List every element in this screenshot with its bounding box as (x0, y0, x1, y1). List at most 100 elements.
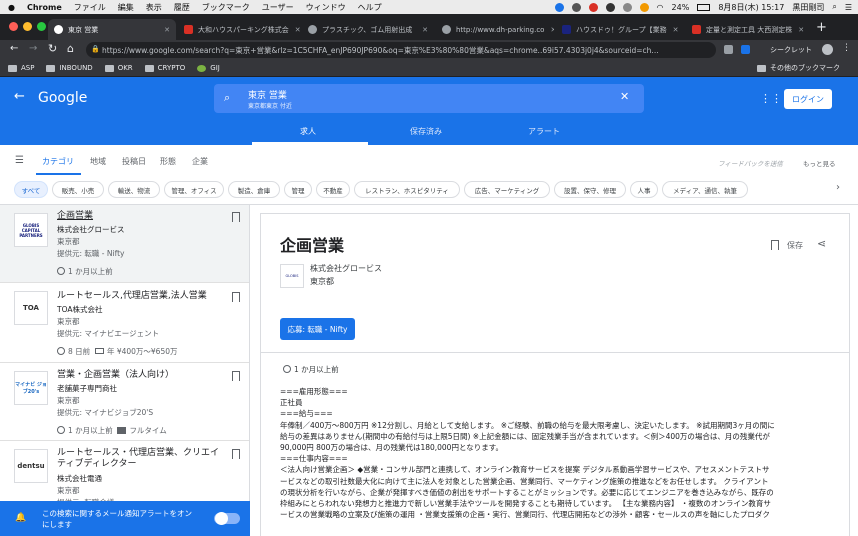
search-icon[interactable]: ⌕ (224, 91, 230, 105)
chips-next-icon[interactable]: › (836, 182, 840, 193)
chip-maintenance[interactable]: 設置、保守、修理 (554, 181, 626, 198)
chip-marketing[interactable]: 広告、マーケティング (464, 181, 550, 198)
browser-tab[interactable]: ハウスドゥ！グループ【業務 ✕ (556, 19, 684, 40)
back-icon[interactable]: ← (10, 43, 18, 54)
forward-icon[interactable]: → (29, 43, 37, 54)
reload-icon[interactable]: ↻ (48, 42, 57, 55)
menu-file[interactable]: ファイル (74, 2, 106, 13)
chip-manufacturing[interactable]: 製造、倉庫 (228, 181, 280, 198)
incognito-label[interactable]: シークレット (770, 45, 812, 55)
chip-logistics[interactable]: 輸送、物流 (108, 181, 160, 198)
back-arrow-icon[interactable]: ← (14, 89, 25, 104)
more-link[interactable]: もっと見る (803, 158, 836, 168)
tray-app-icon[interactable] (639, 2, 649, 12)
bookmark-folder-asp[interactable]: ASP (8, 64, 34, 72)
spotlight-search-icon[interactable]: ⌕ (832, 2, 836, 12)
bookmark-icon[interactable] (232, 449, 240, 459)
filter-tab-date[interactable]: 投稿日 (122, 156, 146, 167)
tray-app-icon[interactable] (588, 2, 598, 12)
window-close-icon[interactable] (9, 22, 18, 31)
search-box[interactable]: ⌕ 東京 営業 東京都東京 付近 ✕ (214, 84, 644, 113)
feedback-link[interactable]: フィードバックを送信 (718, 158, 783, 168)
filter-settings-icon[interactable]: ☰ (15, 155, 24, 166)
browser-tab-active[interactable]: 東京 営業 ✕ (48, 19, 176, 40)
filter-tab-location[interactable]: 地域 (90, 156, 106, 167)
menu-bookmarks[interactable]: ブックマーク (202, 2, 250, 13)
menu-edit[interactable]: 編集 (118, 2, 134, 13)
filter-tab-category[interactable]: カテゴリ (42, 156, 74, 167)
filter-tab-employer[interactable]: 企業 (192, 156, 208, 167)
chip-hospitality[interactable]: レストラン、ホスピタリティ (354, 181, 460, 198)
extension-icon[interactable] (724, 45, 733, 54)
menu-help[interactable]: ヘルプ (358, 2, 382, 13)
browser-tab[interactable]: 大和ハウスパーキング株式会 ✕ (178, 19, 300, 40)
chip-all[interactable]: すべて (14, 181, 48, 198)
job-title[interactable]: 企画営業 (57, 211, 222, 222)
tab-close-icon[interactable]: ✕ (544, 26, 554, 34)
bookmark-folder-crypto[interactable]: CRYPTO (144, 64, 185, 72)
bookmark-folder-inbound[interactable]: INBOUND (46, 64, 93, 72)
apple-icon[interactable]: ● (8, 3, 15, 12)
other-bookmarks[interactable]: その他のブックマーク (757, 63, 840, 73)
save-button[interactable]: 保存 (787, 240, 803, 251)
tab-close-icon[interactable]: ✕ (158, 26, 170, 34)
home-icon[interactable]: ⌂ (67, 42, 74, 55)
chip-office[interactable]: 管理、オフィス (164, 181, 224, 198)
apply-button[interactable]: 応募: 転職 - Nifty (280, 318, 355, 340)
job-title[interactable]: 営業・企画営業（法人向け） (57, 370, 222, 381)
menu-user[interactable]: ユーザー (262, 2, 294, 13)
window-zoom-icon[interactable] (37, 22, 46, 31)
browser-tab[interactable]: http://www.dh-parking.co ✕ (436, 19, 554, 40)
job-title[interactable]: ルートセールス,代理店営業,法人営業 (57, 291, 222, 302)
chip-retail[interactable]: 販売、小売 (52, 181, 104, 198)
job-card-selected[interactable]: GLOBIS CAPITAL PARTNERS 企画営業 株式会社グロービス 東… (0, 205, 249, 283)
notification-center-icon[interactable]: ☰ (845, 3, 852, 12)
job-card[interactable]: TOA ルートセールス,代理店営業,法人営業 TOA株式会社 東京都 提供元: … (0, 283, 249, 363)
user-name[interactable]: 黒田剛司 (792, 2, 824, 13)
tab-close-icon[interactable]: ✕ (416, 26, 428, 34)
chip-management[interactable]: 管理 (284, 181, 312, 198)
address-bar[interactable]: 🔒 https://www.google.com/search?q=東京+営業&… (86, 42, 716, 58)
tab-jobs[interactable]: 求人 (300, 126, 316, 137)
menu-view[interactable]: 表示 (146, 2, 162, 13)
chip-real-estate[interactable]: 不動産 (316, 181, 350, 198)
tab-saved[interactable]: 保存済み (410, 126, 442, 137)
wifi-icon[interactable]: ◠ (657, 3, 664, 12)
chip-media[interactable]: メディア、通信、執筆 (662, 181, 748, 198)
bookmark-icon[interactable] (232, 292, 240, 302)
google-logo[interactable]: Google (38, 90, 87, 106)
bookmark-icon[interactable] (232, 212, 240, 222)
job-title[interactable]: ルートセールス・代理店営業、クリエイティブディレクター (57, 448, 222, 470)
tab-alerts[interactable]: アラート (528, 126, 560, 137)
menu-app-name[interactable]: Chrome (27, 3, 62, 12)
clock-datetime[interactable]: 8月8日(木) 15:17 (718, 2, 784, 13)
tab-close-icon[interactable]: ✕ (792, 26, 804, 34)
search-query[interactable]: 東京 営業 (248, 88, 287, 101)
browser-tab[interactable]: 定量と測定工具 大西測定株 ✕ (686, 19, 808, 40)
lock-icon[interactable]: 🔒 (91, 45, 100, 53)
job-card[interactable]: マイナビ ジョブ20's 営業・企画営業（法人向け） 老舗菓子専門商社 東京都 … (0, 363, 249, 441)
browser-tab[interactable]: プラスチック、ゴム用射出成 ✕ (302, 19, 434, 40)
window-minimize-icon[interactable] (23, 22, 32, 31)
tray-app-icon[interactable] (554, 2, 564, 12)
tray-app-icon[interactable] (622, 2, 632, 12)
bookmark-gij[interactable]: GIJ (197, 64, 220, 72)
incognito-avatar-icon[interactable] (822, 44, 833, 55)
tray-app-icon[interactable] (571, 2, 581, 12)
clear-search-icon[interactable]: ✕ (620, 90, 629, 103)
bookmark-icon[interactable] (232, 371, 240, 381)
tray-app-icon[interactable] (605, 2, 615, 12)
battery-percent[interactable]: 24% (672, 3, 690, 12)
bookmark-folder-okr[interactable]: OKR (104, 64, 133, 72)
menu-window[interactable]: ウィンドウ (306, 2, 346, 13)
extension-icon[interactable] (741, 45, 750, 54)
save-bookmark-icon[interactable] (771, 240, 779, 250)
filter-tab-type[interactable]: 形態 (160, 156, 176, 167)
tab-close-icon[interactable]: ✕ (667, 26, 679, 34)
new-tab-icon[interactable]: + (816, 20, 827, 35)
apps-grid-icon[interactable]: ⋮⋮ (760, 92, 782, 105)
login-button[interactable]: ログイン (784, 89, 832, 109)
tab-close-icon[interactable]: ✕ (289, 26, 300, 34)
chip-hr[interactable]: 人事 (630, 181, 658, 198)
share-icon[interactable]: ⋖ (817, 237, 826, 250)
